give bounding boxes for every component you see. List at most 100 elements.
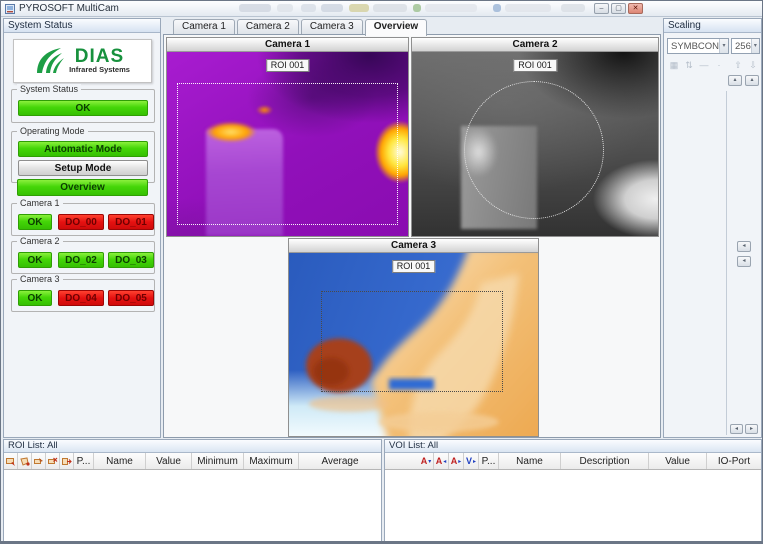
close-button[interactable]: ✕ bbox=[628, 3, 643, 14]
voi-column-ioport[interactable]: IO-Port bbox=[707, 453, 761, 469]
roi-column-minimum[interactable]: Minimum bbox=[192, 453, 244, 469]
range-lower-button[interactable]: ◂ bbox=[737, 256, 751, 267]
voi-column-value[interactable]: Value bbox=[649, 453, 707, 469]
system-ok-button[interactable]: OK bbox=[18, 100, 148, 116]
roi-export-tool-icon[interactable] bbox=[60, 453, 74, 469]
voi-column-name[interactable]: Name bbox=[499, 453, 561, 469]
roi-column-name[interactable]: Name bbox=[94, 453, 146, 469]
system-status-panel: System Status DIAS Infrared Systems Syst… bbox=[3, 18, 161, 438]
camera3-roi-label[interactable]: ROI 001 bbox=[392, 260, 436, 273]
tab-camera1[interactable]: Camera 1 bbox=[173, 19, 235, 35]
camera2-roi-circle[interactable] bbox=[464, 81, 604, 219]
group-label: System Status bbox=[17, 84, 81, 94]
camera3-thermal-image[interactable]: ROI 001 bbox=[289, 253, 538, 436]
levels-select[interactable]: 256 ▾ bbox=[731, 38, 760, 54]
maximize-button[interactable]: ▢ bbox=[611, 3, 626, 14]
roi-edit-tool-icon[interactable] bbox=[32, 453, 46, 469]
app-window: PYROSOFT MultiCam – ▢ ✕ System Status bbox=[0, 0, 763, 544]
camera3-roi-rectangle[interactable] bbox=[321, 291, 503, 392]
roi-rect-tool-icon[interactable] bbox=[4, 453, 18, 469]
dias-logo: DIAS Infrared Systems bbox=[13, 39, 152, 83]
roi-delete-tool-icon[interactable] bbox=[46, 453, 60, 469]
scale-down-button[interactable]: ▴ bbox=[745, 75, 759, 86]
roi-list-panel: ROI List: All P... Name Value Minimum Ma… bbox=[3, 439, 382, 542]
background-ghost bbox=[413, 4, 421, 12]
scale-up-button[interactable]: ▴ bbox=[728, 75, 742, 86]
voi-column-description[interactable]: Description bbox=[561, 453, 649, 469]
camera3-do04-button[interactable]: DO_04 bbox=[58, 290, 104, 306]
camera3-status-group: Camera 3 OK DO_04 DO_05 bbox=[11, 279, 155, 312]
roi-table-header: P... Name Value Minimum Maximum Average bbox=[4, 453, 381, 470]
palette-select[interactable]: SYMBCON ▾ bbox=[667, 38, 729, 54]
camera1-status-group: Camera 1 OK DO_00 DO_01 bbox=[11, 203, 155, 236]
camera3-ok-button[interactable]: OK bbox=[18, 290, 52, 306]
background-ghost bbox=[493, 4, 501, 12]
camera1-panel-header: Camera 1 bbox=[167, 38, 408, 52]
scaling-tool-icon-4[interactable]: · bbox=[713, 60, 725, 70]
background-ghost bbox=[373, 4, 407, 12]
group-label: Operating Mode bbox=[17, 126, 88, 136]
camera2-roi-label[interactable]: ROI 001 bbox=[513, 59, 557, 72]
camera2-thermal-image[interactable]: ROI 001 bbox=[412, 52, 658, 236]
camera2-do02-button[interactable]: DO_02 bbox=[58, 252, 104, 268]
overview-button[interactable]: Overview bbox=[17, 179, 148, 196]
voi-column-p[interactable]: P... bbox=[479, 453, 499, 469]
voi-table-body[interactable] bbox=[385, 470, 761, 542]
background-ghost bbox=[505, 4, 551, 12]
voi-analog-left-icon[interactable]: A◂ bbox=[434, 453, 449, 469]
camera1-do00-button[interactable]: DO_00 bbox=[58, 214, 104, 230]
roi-column-average[interactable]: Average bbox=[299, 453, 381, 469]
camera1-ok-button[interactable]: OK bbox=[18, 214, 52, 230]
dias-fan-icon bbox=[35, 47, 65, 75]
scaling-tool-icon-3[interactable]: — bbox=[698, 60, 710, 70]
scaling-panel-header: Scaling bbox=[664, 19, 761, 33]
roi-column-p[interactable]: P... bbox=[74, 453, 94, 469]
background-ghost bbox=[239, 4, 271, 12]
camera3-do05-button[interactable]: DO_05 bbox=[108, 290, 154, 306]
tab-overview[interactable]: Overview bbox=[365, 19, 427, 36]
voi-spacer bbox=[385, 453, 419, 469]
voi-analog-down-icon[interactable]: A▾ bbox=[419, 453, 434, 469]
chevron-down-icon: ▾ bbox=[751, 39, 759, 53]
camera1-thermal-image[interactable]: ROI 001 bbox=[167, 52, 408, 236]
scaling-tool-icon-5[interactable]: ⇧ bbox=[732, 60, 744, 71]
background-ghost bbox=[425, 4, 477, 12]
scaling-tool-icon-6[interactable]: ⇩ bbox=[747, 60, 759, 71]
voi-value-right-icon[interactable]: V▸ bbox=[464, 453, 479, 469]
roi-column-value[interactable]: Value bbox=[146, 453, 192, 469]
background-ghost bbox=[301, 4, 316, 12]
automatic-mode-button[interactable]: Automatic Mode bbox=[18, 141, 148, 157]
background-ghost bbox=[561, 4, 585, 12]
window-controls: – ▢ ✕ bbox=[594, 3, 643, 14]
system-status-panel-header: System Status bbox=[4, 19, 160, 33]
setup-mode-button[interactable]: Setup Mode bbox=[18, 160, 148, 176]
tab-camera3[interactable]: Camera 3 bbox=[301, 19, 363, 35]
camera1-roi-rectangle[interactable] bbox=[177, 83, 399, 225]
range-upper-button[interactable]: ◂ bbox=[737, 241, 751, 252]
logo-brand: DIAS bbox=[69, 48, 130, 65]
title-bar: PYROSOFT MultiCam – ▢ ✕ bbox=[1, 1, 762, 17]
camera2-do03-button[interactable]: DO_03 bbox=[108, 252, 154, 268]
camera2-panel-header: Camera 2 bbox=[412, 38, 658, 52]
roi-column-maximum[interactable]: Maximum bbox=[244, 453, 299, 469]
scaling-tool-icon-2[interactable]: ⇅ bbox=[683, 60, 695, 71]
roi-polygon-tool-icon[interactable] bbox=[18, 453, 32, 469]
camera3-panel-header: Camera 3 bbox=[289, 239, 538, 253]
voi-analog-right-icon[interactable]: A▸ bbox=[449, 453, 464, 469]
camera1-do01-button[interactable]: DO_01 bbox=[108, 214, 154, 230]
camera2-ok-button[interactable]: OK bbox=[18, 252, 52, 268]
voi-table-header: A▾ A◂ A▸ V▸ P... Name Description Value … bbox=[385, 453, 761, 470]
scroll-right-button[interactable]: ▸ bbox=[745, 424, 758, 434]
levels-value: 256 bbox=[735, 41, 751, 52]
camera2-status-group: Camera 2 OK DO_02 DO_03 bbox=[11, 241, 155, 274]
scaling-tool-icon-1[interactable]: ▦ bbox=[668, 60, 680, 71]
camera1-roi-label[interactable]: ROI 001 bbox=[266, 59, 310, 72]
roi-table-body[interactable] bbox=[4, 470, 381, 542]
minimize-button[interactable]: – bbox=[594, 3, 609, 14]
scroll-left-button[interactable]: ◂ bbox=[730, 424, 743, 434]
chevron-down-icon: ▾ bbox=[719, 39, 728, 53]
group-label: Camera 3 bbox=[17, 274, 63, 284]
main-area: Camera 1 Camera 2 Camera 3 Overview Came… bbox=[163, 18, 661, 438]
overview-content: Camera 1 ROI 001 Camera 2 ROI 001 bbox=[163, 34, 661, 438]
tab-camera2[interactable]: Camera 2 bbox=[237, 19, 299, 35]
